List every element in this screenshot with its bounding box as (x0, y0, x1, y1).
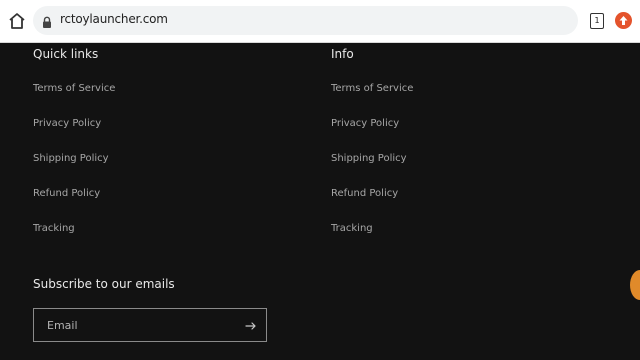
extension-icon[interactable] (615, 12, 632, 29)
quick-link-terms[interactable]: Terms of Service (33, 83, 115, 94)
email-field[interactable]: Email (33, 308, 267, 342)
info-link-terms[interactable]: Terms of Service (331, 83, 413, 94)
site-footer: Quick links Terms of Service Privacy Pol… (0, 43, 640, 360)
address-bar[interactable]: rctoylauncher.com (33, 6, 578, 35)
email-placeholder: Email (47, 319, 78, 332)
info-heading: Info (331, 47, 354, 61)
url-text[interactable]: rctoylauncher.com (60, 12, 168, 26)
browser-toolbar: rctoylauncher.com 1 (0, 0, 640, 43)
quick-link-privacy[interactable]: Privacy Policy (33, 118, 101, 129)
quick-link-shipping[interactable]: Shipping Policy (33, 153, 109, 164)
info-link-tracking[interactable]: Tracking (331, 223, 373, 234)
tab-switcher-button[interactable]: 1 (590, 13, 604, 29)
quick-link-refund[interactable]: Refund Policy (33, 188, 100, 199)
info-link-shipping[interactable]: Shipping Policy (331, 153, 407, 164)
home-icon[interactable] (7, 11, 27, 31)
info-link-refund[interactable]: Refund Policy (331, 188, 398, 199)
info-link-privacy[interactable]: Privacy Policy (331, 118, 399, 129)
subscribe-heading: Subscribe to our emails (33, 277, 175, 291)
quick-links-heading: Quick links (33, 47, 99, 61)
arrow-right-icon[interactable] (244, 318, 258, 332)
quick-link-tracking[interactable]: Tracking (33, 223, 75, 234)
lock-icon (42, 14, 52, 28)
